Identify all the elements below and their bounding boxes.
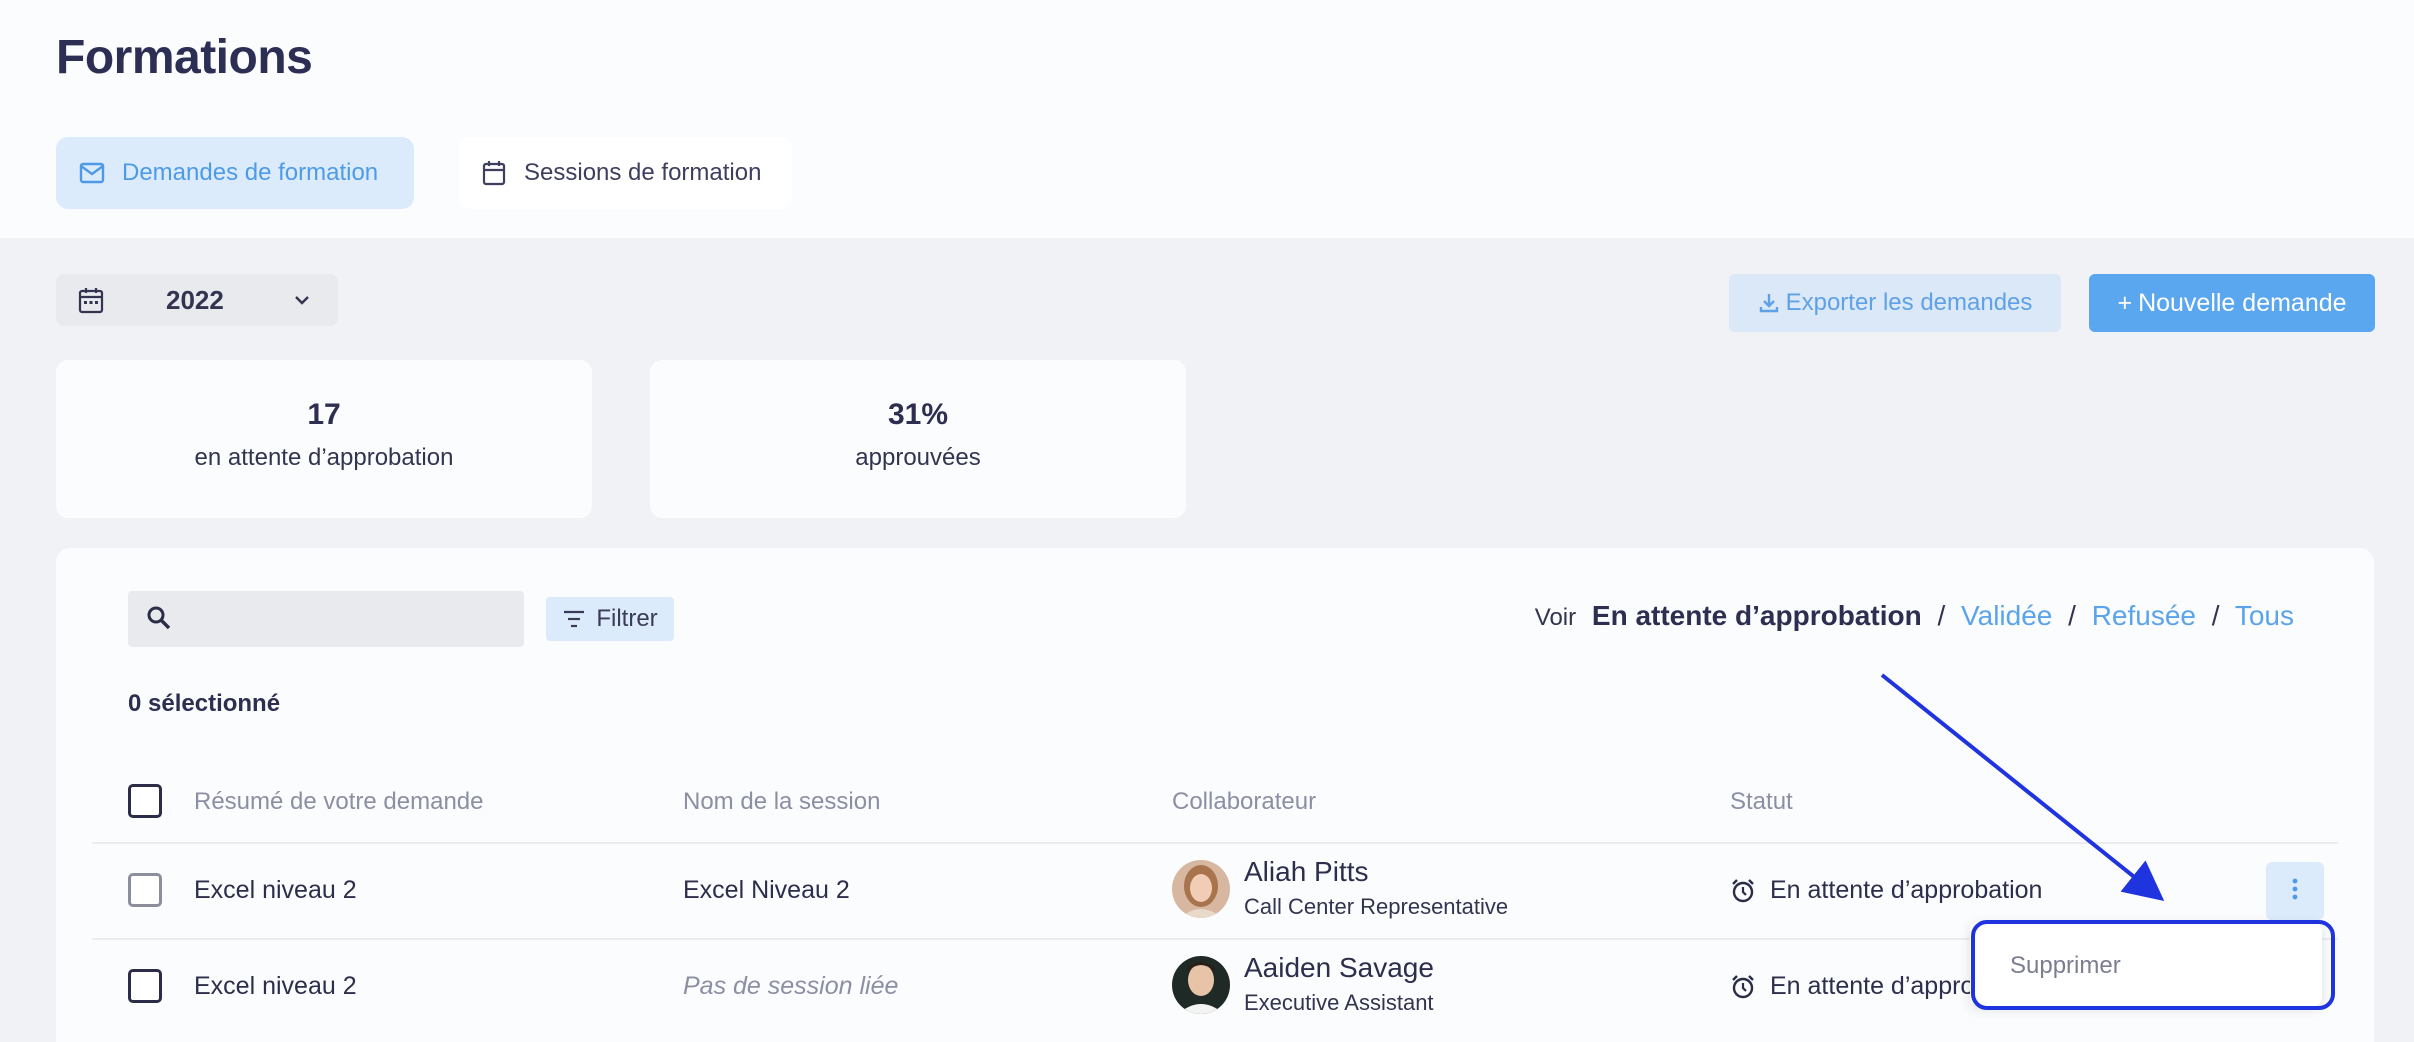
stat-label: en attente d’approbation — [194, 444, 454, 471]
row-checkbox[interactable] — [128, 969, 162, 1003]
more-vertical-icon — [2291, 878, 2299, 905]
calendar-icon — [480, 159, 508, 187]
avatar — [1172, 956, 1230, 1014]
filter-label: Filtrer — [596, 605, 658, 632]
collaborator-role: Executive Assistant — [1244, 990, 1434, 1015]
calendar-icon — [78, 286, 104, 314]
page-header: Formations Demandes de formation Session… — [0, 0, 2414, 238]
stat-card-pending: 17 en attente d’approbation — [56, 360, 592, 518]
status-label: En attente d’appro — [1770, 972, 1975, 1000]
avatar — [1172, 860, 1230, 918]
stat-label: approuvées — [855, 444, 981, 471]
new-request-button[interactable]: + Nouvelle demande — [2089, 274, 2375, 332]
status-label: En attente d’approbation — [1770, 876, 2043, 904]
selected-year: 2022 — [166, 285, 224, 315]
stat-value: 31% — [887, 398, 949, 431]
collaborator-name[interactable]: Aaiden Savage — [1244, 952, 1434, 984]
status-badge: En attente d’approbation — [1730, 876, 2042, 905]
row-actions-button[interactable] — [2266, 862, 2324, 920]
stat-value: 17 — [307, 398, 341, 431]
select-all-checkbox[interactable] — [128, 784, 162, 818]
session-name[interactable]: Excel Niveau 2 — [683, 876, 850, 905]
filter-button[interactable]: Filtrer — [546, 597, 674, 641]
alarm-clock-icon — [1730, 974, 1756, 1000]
tab-label: Demandes de formation — [122, 159, 379, 186]
column-header-status[interactable]: Statut — [1730, 788, 1793, 816]
view-prefix: Voir — [1534, 604, 1577, 631]
filter-icon — [562, 609, 586, 629]
plus-icon: + — [2117, 288, 2133, 317]
year-select[interactable]: 2022 — [56, 274, 338, 326]
search-input[interactable] — [128, 591, 524, 647]
request-summary[interactable]: Excel niveau 2 — [194, 972, 357, 1001]
view-current[interactable]: En attente d’approbation — [1592, 600, 1922, 631]
export-requests-label: Exporter les demandes — [1785, 289, 2033, 316]
stat-card-approved: 31% approuvées — [650, 360, 1186, 518]
status-view-switcher: Voir En attente d’approbation / Validée … — [1535, 600, 2294, 632]
search-box[interactable] — [128, 591, 524, 647]
mail-icon — [78, 159, 106, 187]
view-link-validated[interactable]: Validée — [1961, 600, 2052, 631]
export-requests-button[interactable]: Exporter les demandes — [1729, 274, 2061, 332]
tab-training-requests[interactable]: Demandes de formation — [56, 137, 414, 209]
annotation-highlight-box — [1971, 920, 2335, 1010]
column-header-collaborator[interactable]: Collaborateur — [1172, 788, 1316, 816]
view-link-refused[interactable]: Refusée — [2092, 600, 2196, 631]
selected-count: 0 sélectionné — [128, 690, 281, 717]
separator: / — [1937, 600, 1946, 631]
divider — [92, 842, 2338, 844]
column-header-summary[interactable]: Résumé de votre demande — [194, 788, 484, 816]
view-link-all[interactable]: Tous — [2235, 600, 2294, 631]
new-request-label: Nouvelle demande — [2138, 288, 2347, 317]
collaborator-name[interactable]: Aliah Pitts — [1244, 856, 1369, 888]
tab-training-sessions[interactable]: Sessions de formation — [458, 137, 792, 209]
chevron-down-icon — [292, 290, 312, 310]
separator: / — [2211, 600, 2220, 631]
separator: / — [2068, 600, 2076, 631]
tab-label: Sessions de formation — [524, 159, 762, 186]
column-header-session[interactable]: Nom de la session — [683, 788, 880, 816]
page-title: Formations — [56, 31, 313, 84]
session-name-empty: Pas de session liée — [683, 972, 899, 1000]
search-icon — [146, 605, 172, 631]
row-checkbox[interactable] — [128, 873, 162, 907]
request-summary[interactable]: Excel niveau 2 — [194, 876, 357, 905]
alarm-clock-icon — [1730, 878, 1756, 904]
status-badge: En attente d’appro — [1730, 972, 1974, 1001]
collaborator-role: Call Center Representative — [1244, 894, 1509, 919]
download-icon — [1758, 292, 1780, 314]
